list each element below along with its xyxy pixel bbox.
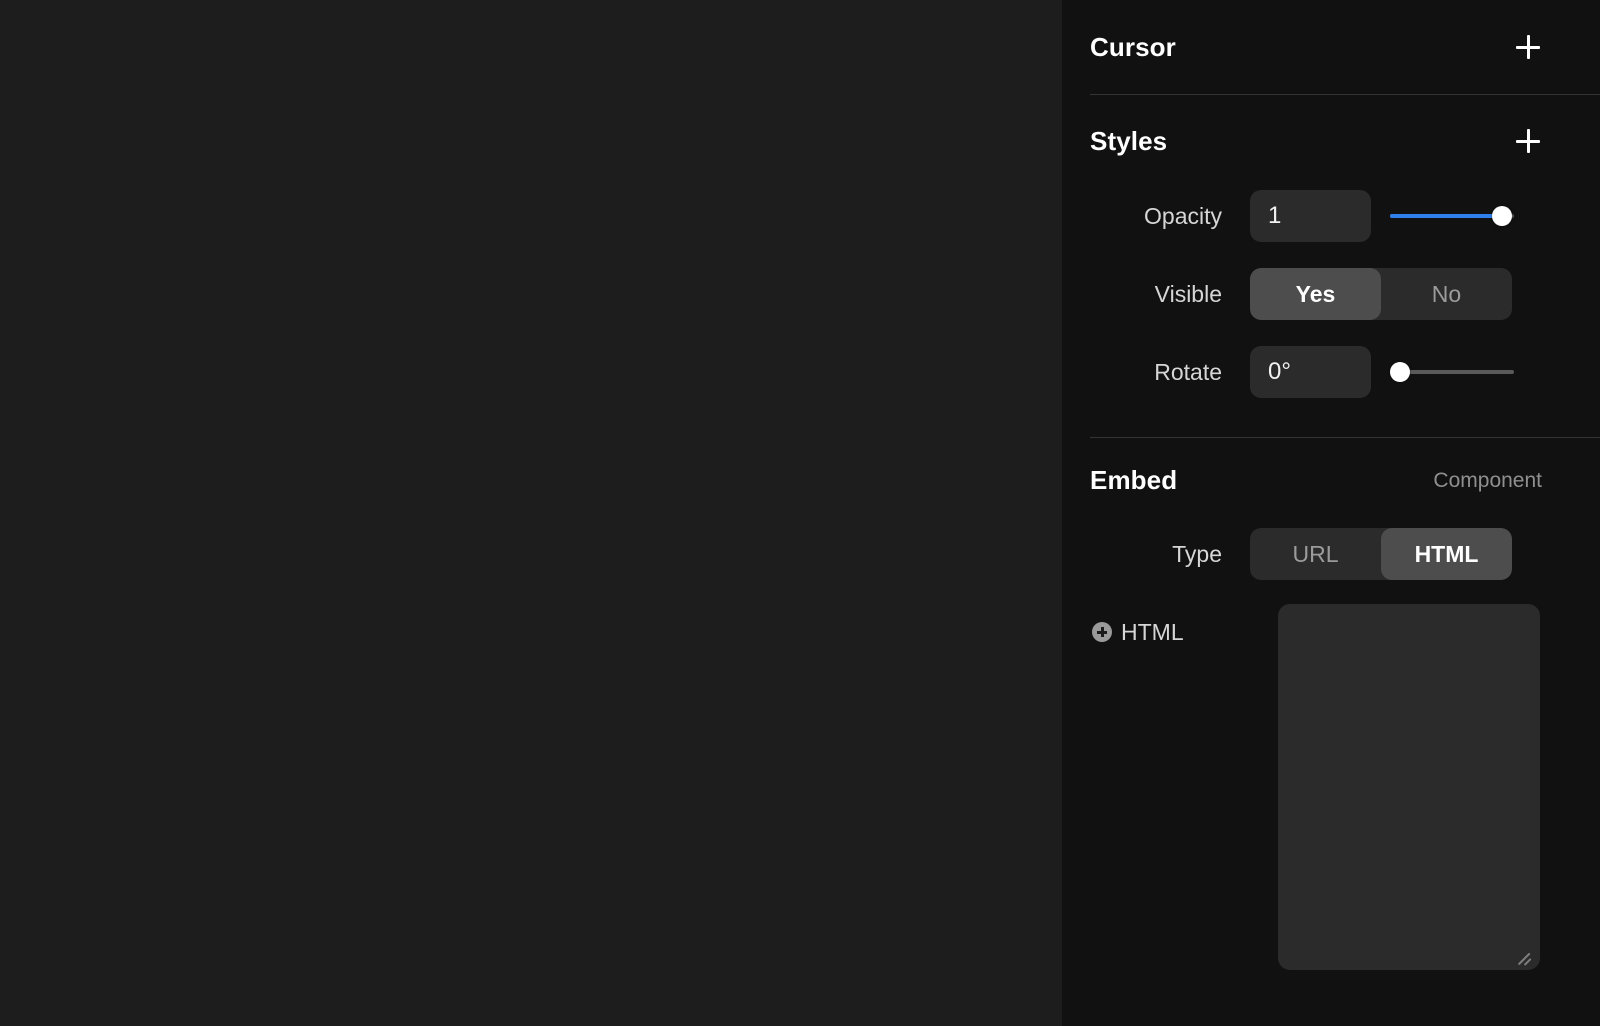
rotate-slider-thumb[interactable] (1390, 362, 1410, 382)
label-embed-html: HTML (1121, 619, 1184, 646)
rotate-slider[interactable] (1390, 346, 1514, 398)
control-rotate: 0° (1250, 346, 1600, 398)
circle-plus-icon[interactable] (1092, 622, 1112, 642)
embed-type-option-url[interactable]: URL (1250, 528, 1381, 580)
embed-type-option-html[interactable]: HTML (1381, 528, 1512, 580)
inspector-panel: Cursor Styles Opacity 1 Visible (1062, 0, 1600, 1026)
embed-html-textarea[interactable] (1278, 604, 1540, 970)
row-rotate: Rotate 0° (1090, 346, 1600, 398)
section-title-cursor: Cursor (1090, 34, 1176, 60)
section-header-embed: Embed Component (1090, 467, 1542, 493)
label-visible: Visible (1090, 281, 1250, 308)
opacity-slider-thumb[interactable] (1492, 206, 1512, 226)
opacity-slider-fill (1390, 214, 1502, 218)
divider-cursor-styles (1090, 94, 1600, 95)
embed-component-label: Component (1433, 470, 1542, 491)
section-header-styles: Styles (1090, 127, 1542, 155)
control-embed-type: URL HTML (1250, 528, 1600, 580)
divider-styles-embed (1090, 437, 1600, 438)
label-embed-type: Type (1090, 541, 1250, 568)
embed-html-textarea-wrap (1278, 604, 1540, 970)
row-visible: Visible Yes No (1090, 268, 1600, 320)
rotate-input[interactable]: 0° (1250, 346, 1371, 398)
cursor-add-plus-icon[interactable] (1514, 33, 1542, 61)
row-embed-type: Type URL HTML (1090, 528, 1600, 580)
styles-add-plus-icon[interactable] (1514, 127, 1542, 155)
section-title-embed: Embed (1090, 467, 1177, 493)
opacity-slider[interactable] (1390, 190, 1514, 242)
canvas-area[interactable] (0, 0, 1062, 1026)
label-opacity: Opacity (1090, 203, 1250, 230)
row-opacity: Opacity 1 (1090, 190, 1600, 242)
opacity-input[interactable]: 1 (1250, 190, 1371, 242)
visible-toggle-group: Yes No (1250, 268, 1512, 320)
app-root: Cursor Styles Opacity 1 Visible (0, 0, 1600, 1026)
control-visible: Yes No (1250, 268, 1600, 320)
control-opacity: 1 (1250, 190, 1600, 242)
embed-type-toggle-group: URL HTML (1250, 528, 1512, 580)
label-embed-html-wrap: HTML (1090, 619, 1250, 646)
section-header-cursor: Cursor (1090, 33, 1542, 61)
section-title-styles: Styles (1090, 128, 1167, 154)
label-rotate: Rotate (1090, 359, 1250, 386)
visible-option-no[interactable]: No (1381, 268, 1512, 320)
visible-option-yes[interactable]: Yes (1250, 268, 1381, 320)
